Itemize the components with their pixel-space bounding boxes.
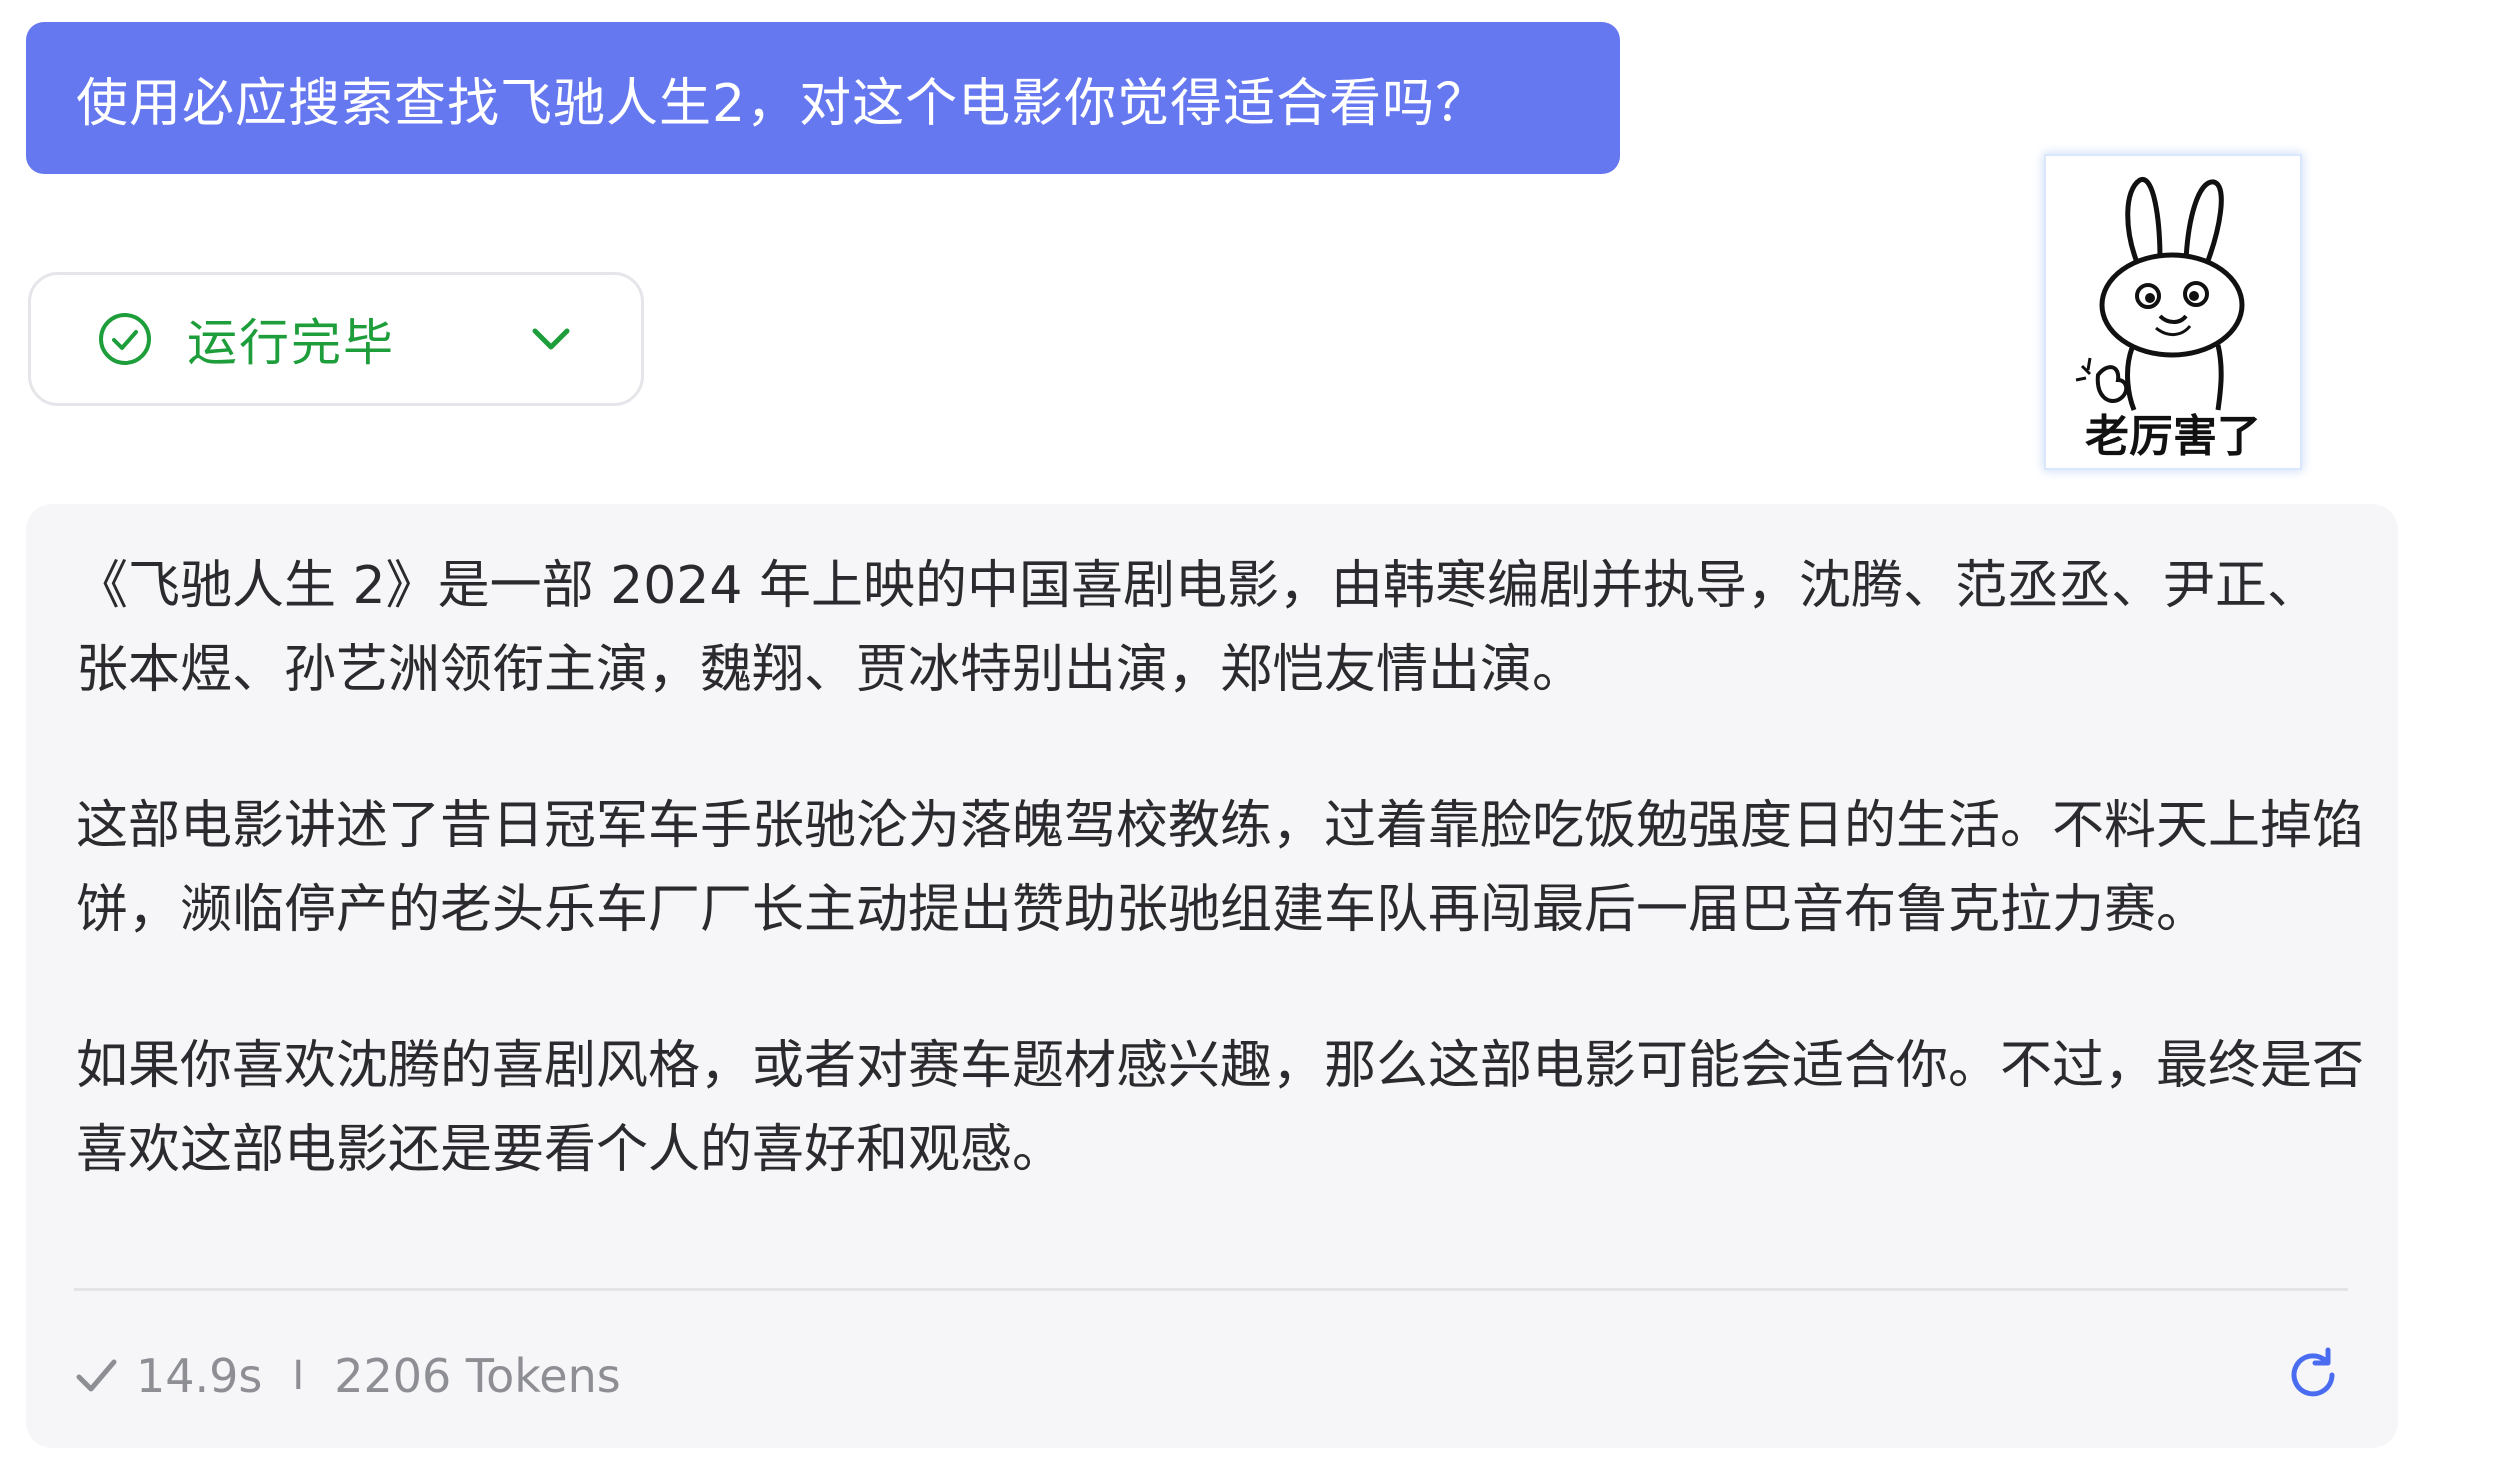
chevron-down-icon: [532, 328, 570, 350]
answer-meta: 14.9s I 2206 Tokens: [74, 1344, 621, 1408]
sticker-image: 老厉害了: [2046, 156, 2300, 468]
refresh-icon[interactable]: [2282, 1344, 2344, 1406]
answer-divider: [74, 1288, 2348, 1291]
chat-page: 使用必应搜索查找飞驰人生2，对这个电影你觉得适合看吗？ 运行完毕 老厉害了 《飞…: [0, 0, 2496, 1458]
check-icon: [76, 1359, 117, 1392]
answer-paragraph: 如果你喜欢沈腾的喜剧风格，或者对赛车题材感兴趣，那么这部电影可能会适合你。不过，…: [76, 1036, 2365, 1180]
token-count: 2206 Tokens: [334, 1349, 621, 1403]
run-status-label: 运行完毕: [187, 314, 395, 372]
user-message-bubble: 使用必应搜索查找飞驰人生2，对这个电影你觉得适合看吗？: [26, 22, 1620, 174]
user-message-text: 使用必应搜索查找飞驰人生2，对这个电影你觉得适合看吗？: [76, 73, 1489, 134]
sticker-caption: 老厉害了: [2085, 411, 2261, 462]
answer-paragraph: 这部电影讲述了昔日冠军车手张驰沦为落魄驾校教练，过着靠脸吃饭勉强度日的生活。不料…: [76, 796, 2365, 940]
answer-paragraph: 《飞驰人生 2》是一部 2024 年上映的中国喜剧电影，由韩寒编剧并执导，沈腾、…: [76, 556, 2320, 700]
answer-body: 《飞驰人生 2》是一部 2024 年上映的中国喜剧电影，由韩寒编剧并执导，沈腾、…: [76, 544, 2366, 1192]
run-status-toggle[interactable]: 运行完毕: [28, 272, 644, 406]
assistant-answer-card: 《飞驰人生 2》是一部 2024 年上映的中国喜剧电影，由韩寒编剧并执导，沈腾、…: [26, 504, 2398, 1448]
meta-separator: I: [292, 1353, 305, 1399]
check-circle-icon: [99, 313, 151, 365]
rabbit-sticker-icon: [2075, 177, 2245, 411]
response-duration: 14.9s: [136, 1349, 263, 1403]
